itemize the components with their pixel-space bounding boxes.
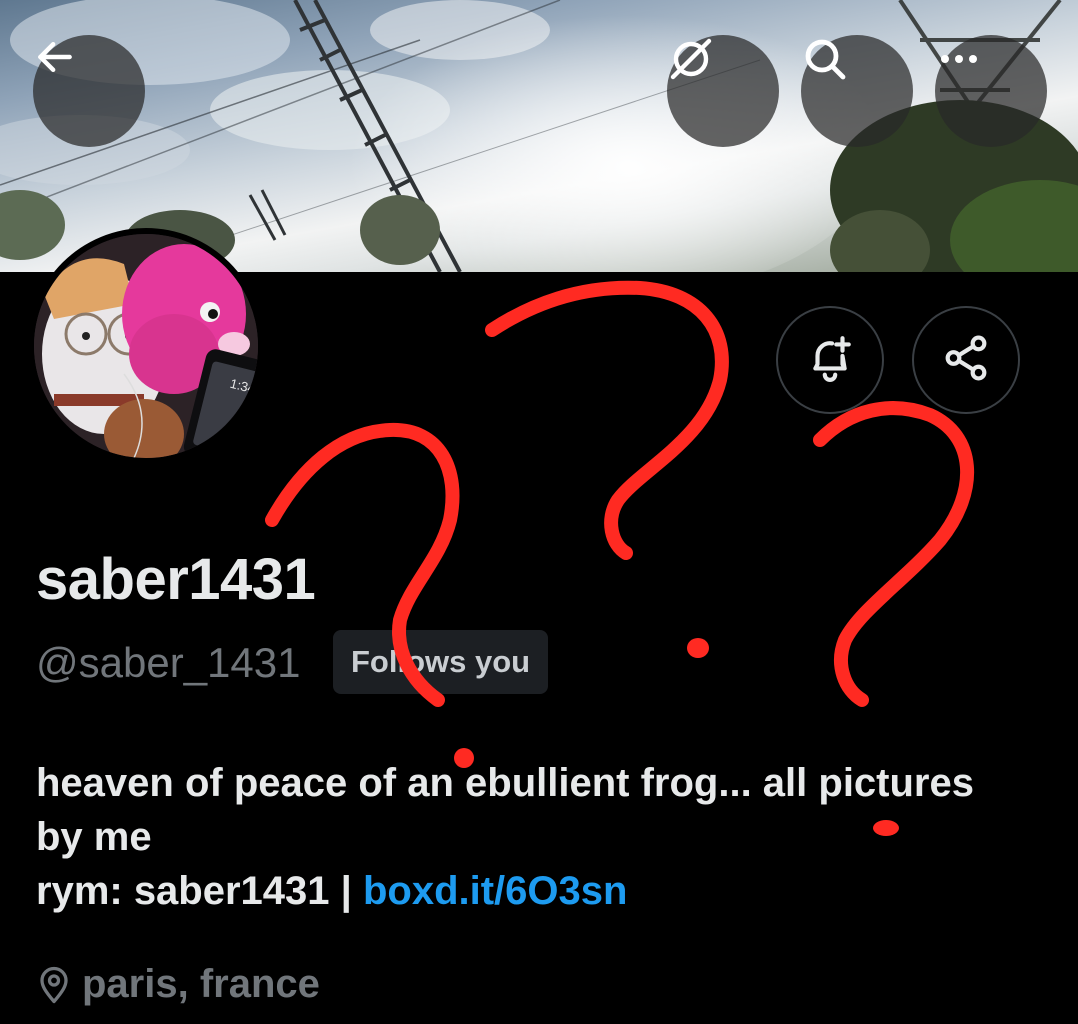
bio-line-1: heaven of peace of an ebullient frog... … (36, 761, 974, 859)
more-options-button[interactable] (935, 35, 1047, 147)
bio-line-2: rym: saber1431 | boxd.it/6O3sn (36, 864, 996, 918)
grok-button[interactable] (667, 35, 779, 147)
location: paris, france (36, 962, 320, 1007)
search-button[interactable] (801, 35, 913, 147)
share-button[interactable] (912, 306, 1020, 414)
display-name: saber1431 (36, 547, 316, 612)
bio-rym-text: rym: saber1431 | (36, 869, 363, 913)
bio: heaven of peace of an ebullient frog... … (36, 756, 996, 918)
handle: @saber_1431 (36, 639, 301, 686)
avatar-image: 1:34 (34, 234, 258, 458)
location-text: paris, france (82, 962, 320, 1006)
avatar[interactable]: 1:34 (28, 228, 264, 464)
profile-page: 1:34 saber1431 @saber_1431 Follows you h… (0, 0, 1078, 1024)
follows-you-badge: Follows you (333, 630, 549, 694)
bio-link[interactable]: boxd.it/6O3sn (363, 869, 628, 913)
notifications-button[interactable] (776, 306, 884, 414)
back-button[interactable] (33, 35, 145, 147)
bell-plus-icon (805, 333, 855, 388)
location-pin-icon (36, 965, 72, 1005)
share-icon (941, 333, 991, 388)
